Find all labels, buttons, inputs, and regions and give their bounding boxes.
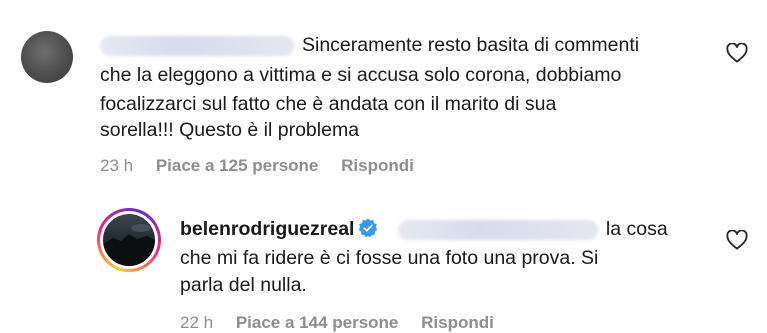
reply-button[interactable]: Rispondi — [341, 156, 414, 175]
comment-text-line-1: belenrodriguezreal la cosa — [180, 218, 668, 240]
redacted-username[interactable] — [100, 35, 294, 56]
comment-meta: 22 h Piace a 144 persone Rispondi — [180, 313, 512, 333]
avatar-story-ring[interactable] — [97, 208, 161, 272]
verified-badge-icon — [359, 218, 378, 238]
comment-text-line-2: che la eleggono a vittima e si accusa so… — [100, 64, 622, 86]
avatar[interactable] — [21, 31, 73, 83]
comment-text-line-2: che mi fa ridere è ci fosse una foto una… — [180, 247, 599, 269]
heart-icon[interactable] — [726, 230, 748, 250]
username[interactable]: belenrodriguezreal — [180, 218, 354, 240]
avatar — [103, 214, 155, 266]
redacted-mention[interactable] — [397, 219, 598, 240]
comment-timestamp: 22 h — [180, 313, 214, 332]
heart-icon[interactable] — [726, 43, 748, 63]
comment-text-line-4: sorella!!! Questo è il problema — [100, 119, 360, 141]
likes-count[interactable]: Piace a 144 persone — [236, 313, 399, 332]
likes-count[interactable]: Piace a 125 persone — [156, 156, 319, 175]
comment-meta: 23 h Piace a 125 persone Rispondi — [100, 156, 432, 176]
comment-text-line-1: Sinceramente resto basita di commenti — [100, 30, 639, 60]
reply-button[interactable]: Rispondi — [421, 313, 494, 332]
comment-text-line-3: parla del nulla. — [180, 274, 307, 296]
comment-timestamp: 23 h — [100, 156, 134, 175]
